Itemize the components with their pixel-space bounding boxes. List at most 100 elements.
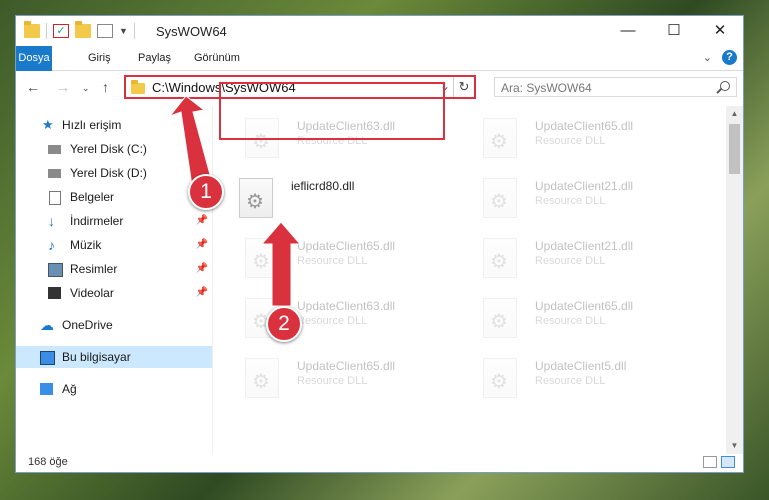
file-type: Resource DLL [535, 375, 606, 387]
details-view-icon[interactable] [703, 456, 717, 468]
pin-icon[interactable]: 📌 [196, 210, 208, 232]
file-list: UpdateClient63.dll Resource DLL UpdateCl… [213, 106, 726, 454]
sidebar-item-label: Ağ [62, 382, 77, 396]
expand-ribbon-icon[interactable]: ⌄ [703, 51, 712, 64]
search-icon[interactable] [720, 81, 730, 91]
file-item[interactable]: UpdateClient65.dll Resource DLL [463, 294, 683, 346]
scroll-up-icon[interactable]: ▲ [726, 106, 743, 122]
customize-toolbar-icon[interactable]: ▼ [119, 26, 128, 36]
file-item[interactable]: UpdateClient5.dll Resource DLL [463, 354, 683, 406]
file-item[interactable]: UpdateClient65.dll Resource DLL [463, 114, 683, 166]
file-highlight-box [219, 82, 445, 140]
file-type: Resource DLL [535, 315, 606, 327]
item-count: 168 öğe [28, 456, 68, 468]
pin-icon[interactable]: 📌 [196, 282, 208, 304]
dll-file-icon [239, 178, 273, 218]
download-icon: ↓ [48, 213, 55, 229]
sidebar-item-label: Yerel Disk (D:) [70, 166, 147, 180]
sidebar-item-quick-access[interactable]: ★ Hızlı erişim [16, 114, 212, 136]
toolbar-divider [46, 23, 47, 39]
tab-view[interactable]: Görünüm [184, 46, 250, 70]
window-title: SysWOW64 [156, 24, 227, 39]
rename-icon[interactable] [97, 24, 113, 38]
sidebar-item-label: Müzik [70, 238, 102, 252]
sidebar-item-videos[interactable]: Videolar 📌 [16, 282, 212, 304]
dll-file-icon [483, 118, 517, 158]
sidebar-item-label: Yerel Disk (C:) [70, 142, 147, 156]
new-folder-icon[interactable] [75, 21, 91, 38]
file-item[interactable]: UpdateClient21.dll Resource DLL [463, 234, 683, 286]
quick-access-toolbar: ✓ ▼ [24, 21, 135, 39]
sidebar-item-label: OneDrive [62, 318, 113, 332]
sidebar-item-downloads[interactable]: ↓ İndirmeler 📌 [16, 210, 212, 232]
file-type: Resource DLL [297, 255, 368, 267]
document-icon [49, 191, 61, 205]
file-name: UpdateClient5.dll [535, 359, 627, 373]
navigation-pane: ★ Hızlı erişim Yerel Disk (C:) Yerel Dis… [16, 106, 212, 454]
folder-icon [131, 80, 145, 94]
vertical-scrollbar[interactable]: ▲ ▼ [726, 106, 743, 454]
scrollbar-thumb[interactable] [729, 124, 740, 174]
file-type: Resource DLL [297, 375, 368, 387]
up-arrow-icon[interactable]: ↑ [102, 79, 109, 95]
sidebar-item-label: İndirmeler [70, 214, 124, 228]
refresh-icon[interactable]: ↻ [453, 77, 474, 97]
pictures-icon [48, 263, 63, 277]
file-name: UpdateClient65.dll [297, 359, 396, 373]
sidebar-item-label: Belgeler [70, 190, 115, 204]
help-button[interactable]: ? [722, 50, 737, 65]
tab-home[interactable]: Giriş [78, 46, 121, 70]
sidebar-item-label: Bu bilgisayar [62, 350, 131, 364]
pin-icon[interactable]: 📌 [196, 234, 208, 256]
file-name: UpdateClient63.dll [297, 299, 396, 313]
dll-file-icon [245, 358, 279, 398]
minimize-button[interactable]: — [605, 16, 651, 46]
dll-file-icon [483, 358, 517, 398]
ribbon-tabs: Dosya Giriş Paylaş Görünüm ⌄ ? [16, 46, 743, 98]
sidebar-item-pictures[interactable]: Resimler 📌 [16, 258, 212, 280]
tab-share[interactable]: Paylaş [128, 46, 181, 70]
back-arrow-icon[interactable]: ← [26, 79, 40, 95]
video-icon [48, 287, 61, 299]
sidebar-item-onedrive[interactable]: ☁ OneDrive [16, 314, 212, 336]
file-item[interactable]: UpdateClient65.dll Resource DLL [225, 354, 445, 406]
drive-icon [48, 145, 61, 154]
file-name: ieflicrd80.dll [291, 179, 355, 193]
file-type: Resource DLL [535, 255, 606, 267]
file-item-selected[interactable]: ieflicrd80.dll [219, 174, 439, 226]
sidebar-item-label: Hızlı erişim [62, 118, 122, 132]
scroll-down-icon[interactable]: ▼ [726, 438, 743, 454]
recent-locations-icon[interactable]: ⌄ [82, 83, 90, 94]
close-button[interactable]: ✕ [697, 16, 743, 46]
file-item[interactable]: UpdateClient63.dll Resource DLL [225, 294, 445, 346]
status-bar: 168 öğe [16, 454, 743, 472]
sidebar-item-network[interactable]: Ağ [16, 378, 212, 400]
file-item[interactable]: UpdateClient65.dll Resource DLL [225, 234, 445, 286]
sidebar-item-this-pc[interactable]: Bu bilgisayar [16, 346, 212, 368]
file-type: Resource DLL [297, 315, 368, 327]
dll-file-icon [483, 238, 517, 278]
file-name: UpdateClient65.dll [535, 299, 634, 313]
sidebar-item-drive-c[interactable]: Yerel Disk (C:) [16, 138, 212, 160]
search-input[interactable]: Ara: SysWOW64 [494, 77, 737, 97]
step-two-badge: 2 [266, 306, 302, 342]
large-icons-view-icon[interactable] [721, 456, 735, 468]
maximize-button[interactable]: ☐ [651, 16, 697, 46]
sidebar-item-label: Resimler [70, 262, 118, 276]
properties-icon[interactable]: ✓ [53, 24, 69, 38]
pin-icon[interactable]: 📌 [196, 258, 208, 280]
drive-icon [48, 169, 61, 178]
folder-icon[interactable] [24, 21, 40, 38]
sidebar-item-drive-d[interactable]: Yerel Disk (D:) [16, 162, 212, 184]
cloud-icon: ☁ [40, 317, 54, 333]
forward-arrow-icon[interactable]: → [56, 79, 70, 95]
sidebar-item-documents[interactable]: Belgeler [16, 186, 212, 208]
file-name: UpdateClient21.dll [535, 239, 634, 253]
file-name: UpdateClient65.dll [297, 239, 396, 253]
star-icon: ★ [42, 117, 54, 132]
dll-file-icon [483, 298, 517, 338]
dll-file-icon [245, 238, 279, 278]
file-item[interactable]: UpdateClient21.dll Resource DLL [463, 174, 683, 226]
sidebar-item-music[interactable]: ♪ Müzik 📌 [16, 234, 212, 256]
step-one-badge: 1 [188, 174, 224, 210]
